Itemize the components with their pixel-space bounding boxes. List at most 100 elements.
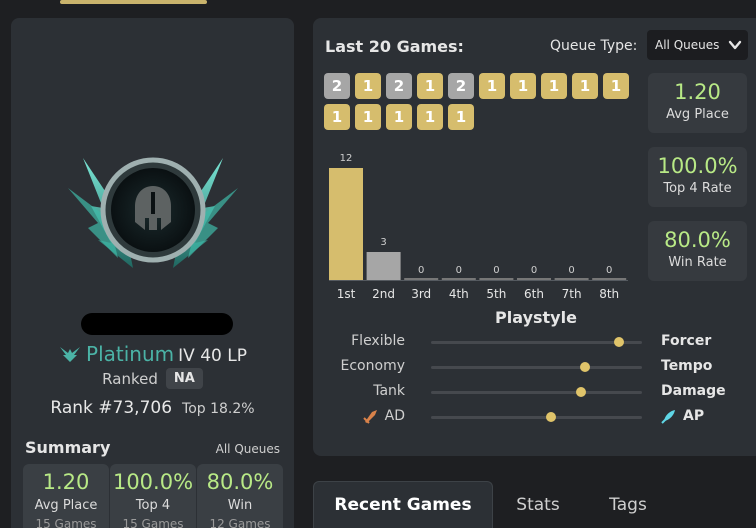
playstyle-marker xyxy=(575,387,586,397)
playstyle-slider xyxy=(431,412,642,422)
placement-tile[interactable]: 2 xyxy=(324,73,350,99)
placement-tile[interactable]: 1 xyxy=(417,104,443,130)
tier-line: Platinum IV 40 LP xyxy=(11,342,294,366)
ranked-line: Ranked NA xyxy=(11,368,294,389)
playstyle-left-label: Tank xyxy=(373,383,405,399)
summary-games: 15 Games xyxy=(35,517,97,528)
bar-value-label: 0 xyxy=(606,265,612,276)
playstyle-right-label: Damage xyxy=(661,383,726,399)
playstyle-right-label: Forcer xyxy=(661,333,712,349)
playstyle-row-tank-damage: Tank Damage xyxy=(313,382,756,402)
playstyle-left-label: AD xyxy=(384,408,405,424)
placement-tile[interactable]: 1 xyxy=(355,73,381,99)
placement-tile[interactable]: 1 xyxy=(510,73,536,99)
placement-tile[interactable]: 2 xyxy=(448,73,474,99)
playstyle-slider xyxy=(431,337,642,347)
top-percent: Top 18.2% xyxy=(182,401,255,417)
category-tick-label: 7th xyxy=(562,287,582,301)
tab-recent-games[interactable]: Recent Games xyxy=(313,481,493,528)
bar-value-label: 0 xyxy=(418,265,424,276)
bar-value-label: 0 xyxy=(568,265,574,276)
bar-value-label: 0 xyxy=(493,265,499,276)
queue-type-label: Queue Type: xyxy=(550,38,638,54)
summary-value: 1.20 xyxy=(42,470,90,494)
summary-card-win: 80.0% Win 12 Games xyxy=(197,464,283,528)
category-tick-label: 1st xyxy=(337,287,356,301)
summary-games: 15 Games xyxy=(122,517,184,528)
playstyle-left-label: Economy xyxy=(340,358,405,374)
playstyle-right-group: AP xyxy=(661,408,704,424)
region-badge: NA xyxy=(165,368,203,389)
tier-name: Platinum xyxy=(86,342,175,366)
summary-queue-filter[interactable]: All Queues xyxy=(216,442,280,456)
playstyle-right-label: AP xyxy=(683,408,705,424)
placement-distribution-chart: 12 1st 3 2nd 0 3rd 0 4th 0 5th 0 6th 0 7th 0 8th xyxy=(329,153,628,301)
playstyle-row-ad-ap: AD AP xyxy=(313,407,756,427)
bar-2nd xyxy=(366,252,401,280)
playstyle-marker xyxy=(613,337,624,347)
playstyle-right-label: Tempo xyxy=(661,358,713,374)
queue-type-select[interactable]: All Queues xyxy=(647,30,748,60)
bar-value-label: 0 xyxy=(456,265,462,276)
platinum-emblem-icon xyxy=(68,157,238,268)
games-title: Last 20 Games: xyxy=(325,37,464,56)
category-tick-label: 2nd xyxy=(372,287,395,301)
summary-value: 100.0% xyxy=(112,470,194,494)
category-tick-label: 5th xyxy=(486,287,506,301)
playstyle-row-flexible-forcer: Flexible Forcer xyxy=(313,332,756,352)
summary-card-top4: 100.0% Top 4 15 Games xyxy=(110,464,196,528)
stat-value: 80.0% xyxy=(664,228,731,252)
profile-tabs: Recent Games Stats Tags xyxy=(313,481,756,528)
placement-tile[interactable]: 1 xyxy=(386,104,412,130)
category-tick-label: 3rd xyxy=(411,287,431,301)
stat-value: 1.20 xyxy=(674,80,721,104)
placement-tile[interactable]: 1 xyxy=(603,73,629,99)
ap-icon xyxy=(661,410,675,424)
summary-value: 80.0% xyxy=(206,470,274,494)
placement-tile[interactable]: 2 xyxy=(386,73,412,99)
summary-games: 12 Games xyxy=(209,517,271,528)
placement-tile[interactable]: 1 xyxy=(417,73,443,99)
summary-card-avg-place: 1.20 Avg Place 15 Games xyxy=(23,464,109,528)
chevron-down-icon xyxy=(728,40,742,50)
placement-tile[interactable]: 1 xyxy=(448,104,474,130)
rank-line: Rank #73,706 Top 18.2% xyxy=(11,398,294,418)
stat-card-win-rate: 80.0% Win Rate xyxy=(648,221,747,281)
summary-title: Summary xyxy=(25,438,111,457)
placement-tile[interactable]: 1 xyxy=(541,73,567,99)
platinum-tier-icon xyxy=(60,347,81,362)
ad-icon xyxy=(362,410,377,424)
playstyle-left-group: AD xyxy=(362,408,405,424)
stat-card-avg-place: 1.20 Avg Place xyxy=(648,73,747,133)
bar-value-label: 0 xyxy=(531,265,537,276)
category-tick-label: 4th xyxy=(449,287,469,301)
stat-label: Win Rate xyxy=(668,255,727,270)
playstyle-title: Playstyle xyxy=(495,308,577,327)
playstyle-marker xyxy=(546,412,557,422)
category-tick-label: 6th xyxy=(524,287,544,301)
stat-label: Top 4 Rate xyxy=(663,181,732,196)
summary-label: Win xyxy=(227,498,253,513)
ranked-label: Ranked xyxy=(102,369,158,388)
ladder-rank: Rank #73,706 xyxy=(50,398,173,418)
recent-games-panel: Last 20 Games: Queue Type: All Queues 21… xyxy=(313,18,756,456)
stat-label: Avg Place xyxy=(666,107,729,122)
playstyle-marker xyxy=(580,362,591,372)
playstyle-slider xyxy=(431,362,642,372)
tab-stats[interactable]: Stats xyxy=(493,481,583,528)
playstyle-row-economy-tempo: Economy Tempo xyxy=(313,357,756,377)
redacted-summoner-name xyxy=(81,313,233,335)
placement-history: 212121111111111 xyxy=(324,73,636,130)
bar-value-label: 12 xyxy=(340,153,353,164)
summary-label: Avg Place xyxy=(34,498,98,513)
playstyle-slider xyxy=(431,387,642,397)
playstyle-left-label: Flexible xyxy=(351,333,405,349)
placement-tile[interactable]: 1 xyxy=(479,73,505,99)
stat-value: 100.0% xyxy=(657,154,738,178)
placement-tile[interactable]: 1 xyxy=(355,104,381,130)
tab-tags[interactable]: Tags xyxy=(583,481,673,528)
stat-card-top4-rate: 100.0% Top 4 Rate xyxy=(648,147,747,207)
bar-value-label: 3 xyxy=(380,237,386,248)
placement-tile[interactable]: 1 xyxy=(324,104,350,130)
placement-tile[interactable]: 1 xyxy=(572,73,598,99)
